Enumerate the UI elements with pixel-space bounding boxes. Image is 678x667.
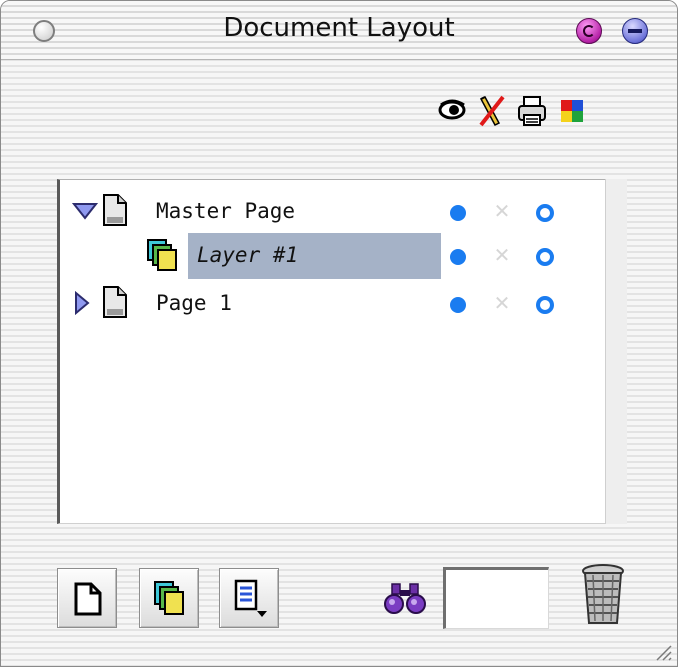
page-icon bbox=[103, 194, 127, 226]
row-label: Page 1 bbox=[156, 291, 232, 315]
disclosure-triangle-collapsed-icon[interactable] bbox=[74, 291, 90, 315]
print-toggle[interactable] bbox=[536, 204, 554, 222]
list-item[interactable]: Master Page ✕ bbox=[60, 189, 605, 233]
new-layer-button[interactable] bbox=[139, 568, 199, 628]
lock-toggle[interactable]: ✕ bbox=[492, 292, 512, 314]
list-item-selected[interactable]: Layer #1 ✕ bbox=[60, 233, 605, 279]
document-layout-window: Document Layout Master Page ✕ Layer #1 ✕… bbox=[0, 0, 678, 667]
minimize-button[interactable] bbox=[622, 18, 648, 44]
title-bar[interactable]: Document Layout bbox=[1, 1, 677, 60]
resize-grip-icon[interactable] bbox=[649, 638, 673, 662]
list-item[interactable]: Page 1 ✕ bbox=[60, 281, 605, 325]
visible-toggle[interactable] bbox=[450, 297, 466, 313]
disclosure-triangle-expanded-icon[interactable] bbox=[72, 202, 98, 220]
print-toggle[interactable] bbox=[536, 296, 554, 314]
new-layer-icon bbox=[154, 581, 184, 615]
options-menu-icon bbox=[234, 579, 267, 617]
binoculars-icon[interactable] bbox=[383, 582, 429, 614]
no-edit-pencil-icon bbox=[479, 95, 505, 127]
printer-icon bbox=[518, 96, 546, 126]
list-scrollbar[interactable] bbox=[605, 179, 627, 524]
search-input[interactable] bbox=[443, 567, 549, 629]
visible-toggle[interactable] bbox=[450, 249, 466, 265]
new-page-button[interactable] bbox=[57, 568, 117, 628]
layers-icon bbox=[147, 239, 177, 271]
lock-toggle[interactable]: ✕ bbox=[492, 200, 512, 222]
lock-toggle[interactable]: ✕ bbox=[492, 244, 512, 266]
color-swatch-icon bbox=[561, 100, 583, 122]
collapse-button[interactable] bbox=[576, 18, 602, 44]
visible-toggle[interactable] bbox=[450, 205, 466, 221]
row-label: Master Page bbox=[156, 199, 296, 223]
options-menu-button[interactable] bbox=[219, 568, 279, 628]
eye-icon bbox=[438, 99, 466, 120]
new-page-icon bbox=[74, 582, 102, 616]
print-toggle[interactable] bbox=[536, 248, 554, 266]
page-icon bbox=[103, 286, 127, 318]
trash-icon[interactable] bbox=[581, 563, 625, 627]
row-label: Layer #1 bbox=[197, 243, 299, 267]
page-layer-list[interactable]: Master Page ✕ Layer #1 ✕ Page 1 ✕ bbox=[57, 179, 605, 524]
